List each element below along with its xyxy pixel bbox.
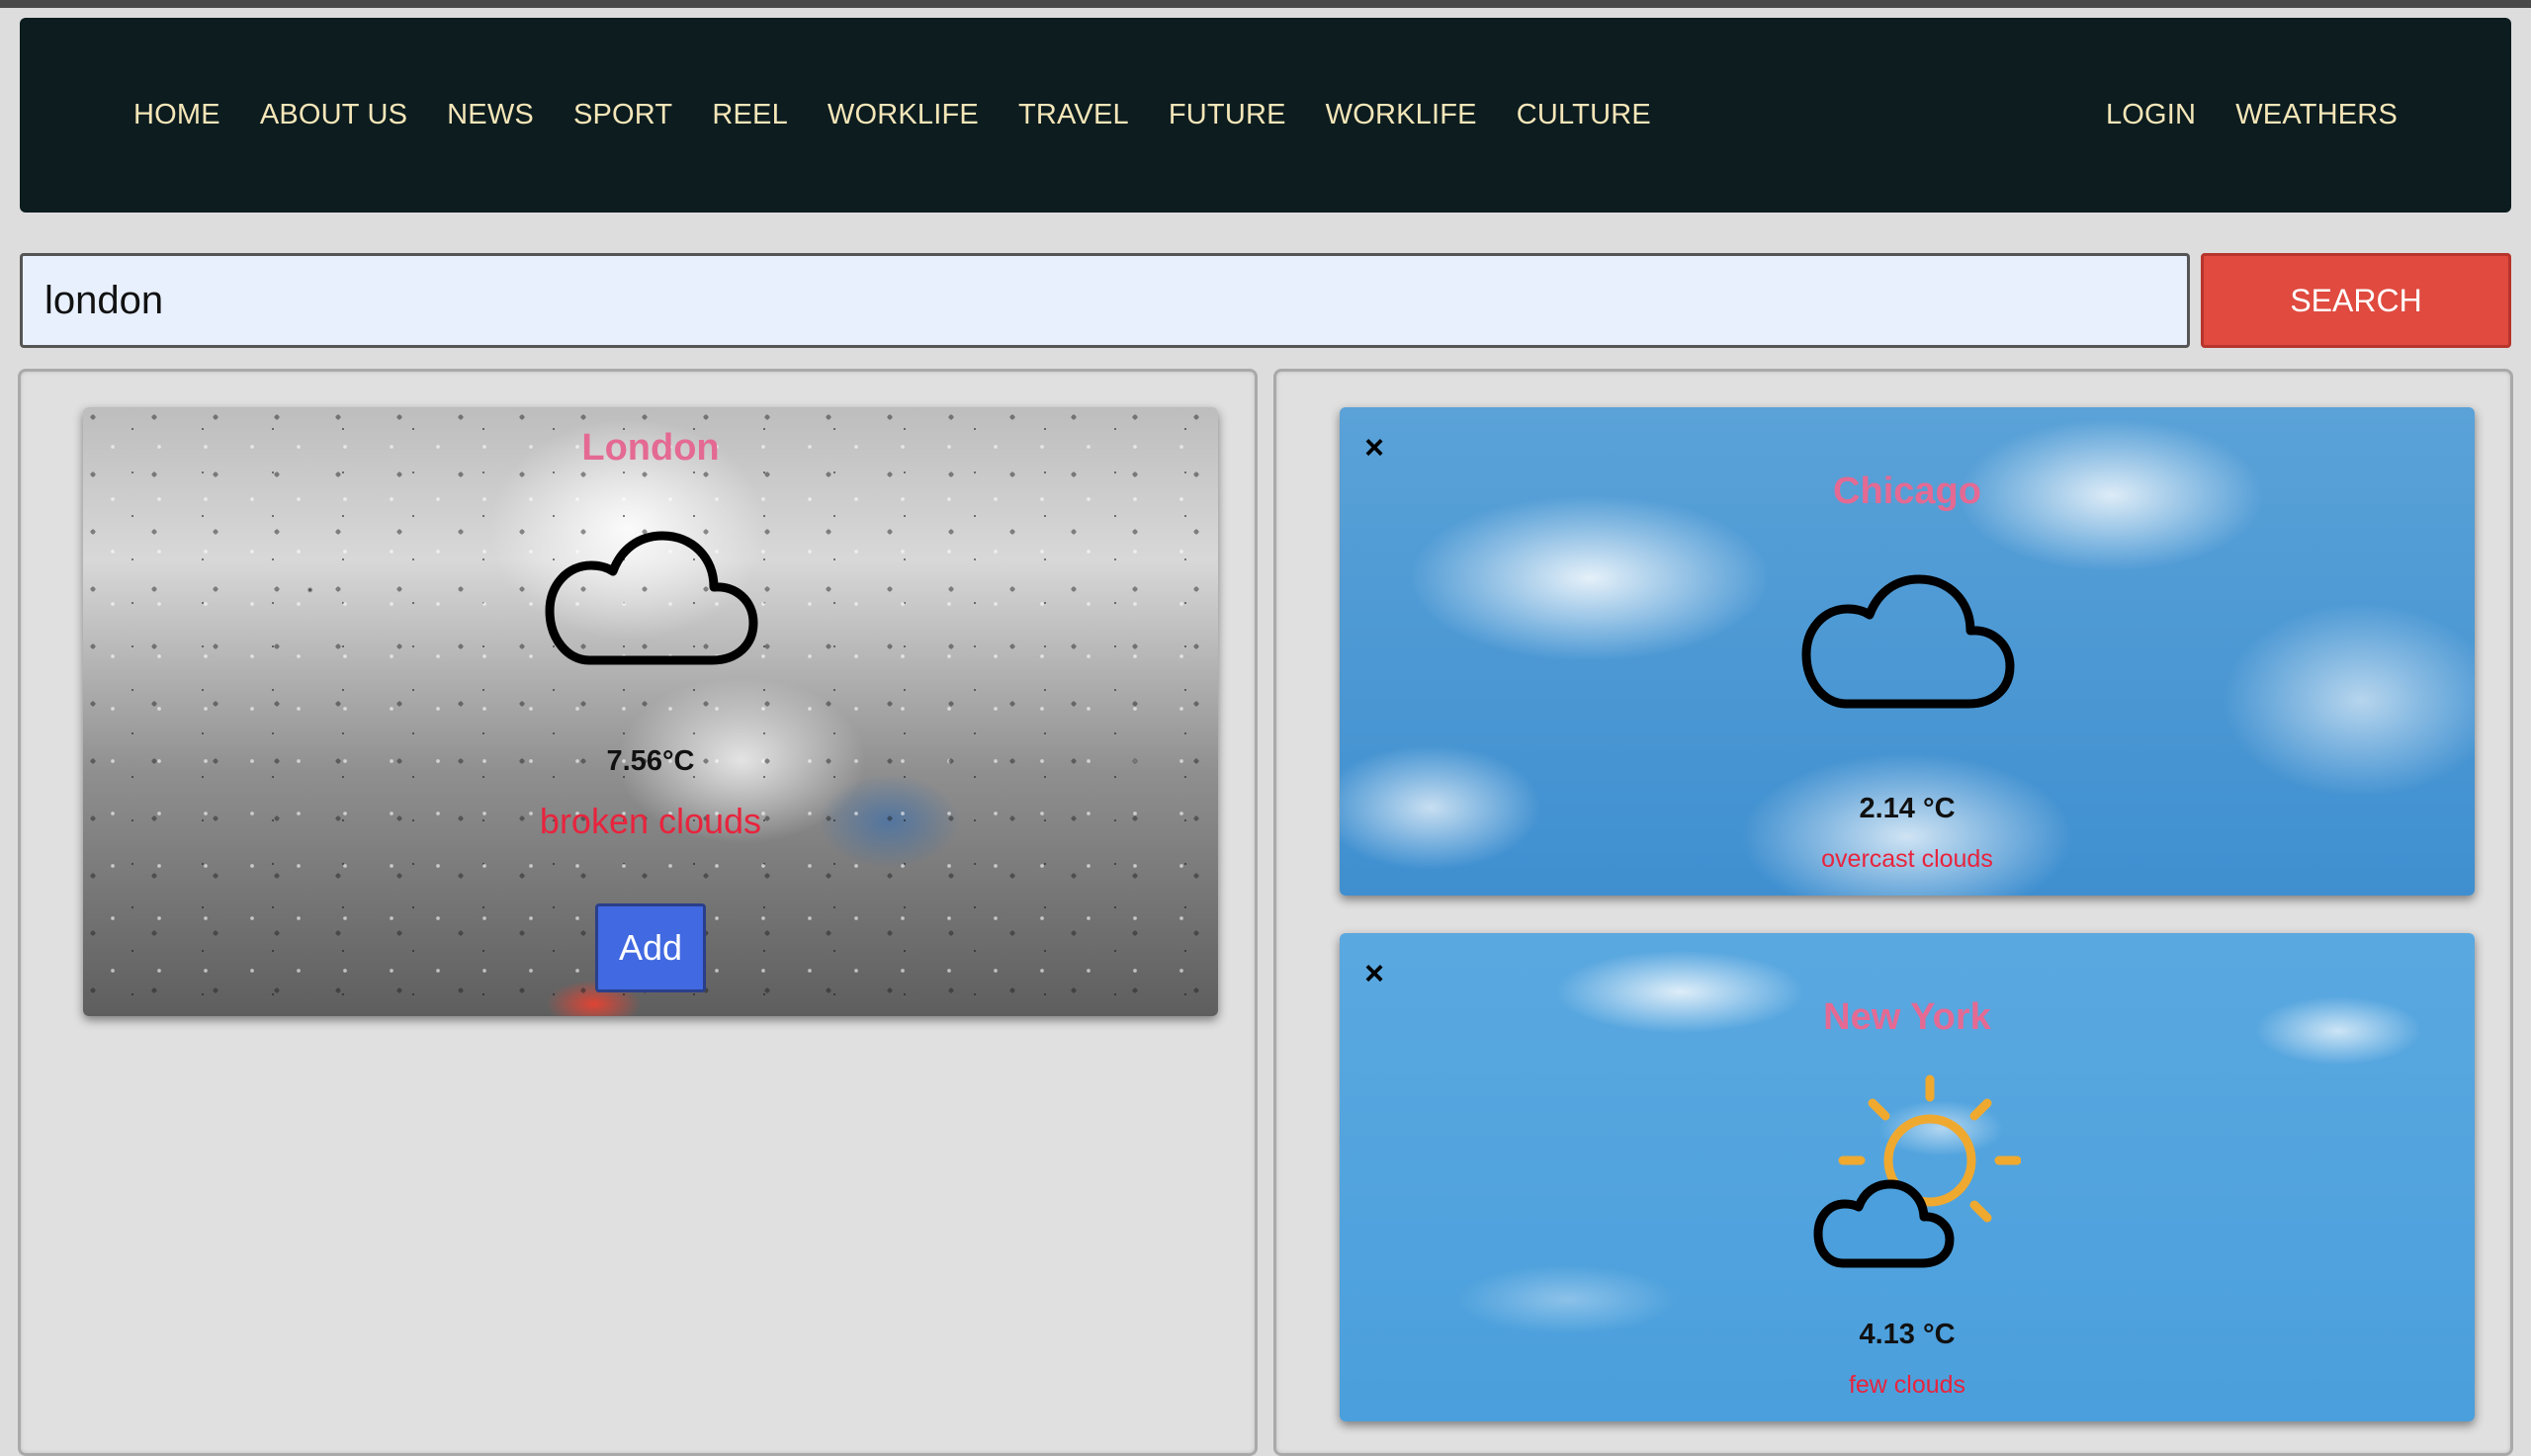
- add-button[interactable]: Add: [595, 903, 706, 992]
- nav-right-group: LOGIN WEATHERS: [2066, 18, 2398, 213]
- nav-home[interactable]: HOME: [133, 99, 220, 131]
- nav-news[interactable]: NEWS: [447, 99, 534, 131]
- sun-behind-cloud-icon: [1813, 1071, 2022, 1274]
- nav-left-group: HOME ABOUT US NEWS SPORT REEL WORKLIFE T…: [133, 18, 1691, 213]
- city-name: Chicago: [1833, 471, 1981, 512]
- nav-about-us[interactable]: ABOUT US: [260, 99, 407, 131]
- cloud-icon: [1798, 567, 2016, 721]
- nav-culture[interactable]: CULTURE: [1517, 99, 1651, 131]
- nav-worklife[interactable]: WORKLIFE: [828, 99, 979, 131]
- navbar: HOME ABOUT US NEWS SPORT REEL WORKLIFE T…: [20, 18, 2511, 213]
- cloud-icon: [542, 524, 759, 677]
- weather-description: broken clouds: [539, 801, 762, 841]
- close-icon[interactable]: ×: [1359, 431, 1389, 465]
- nav-travel[interactable]: TRAVEL: [1018, 99, 1129, 131]
- temperature: 7.56°C: [606, 745, 695, 777]
- weather-description: overcast clouds: [1821, 845, 1993, 873]
- close-icon[interactable]: ×: [1359, 957, 1389, 990]
- search-button[interactable]: SEARCH: [2201, 253, 2511, 348]
- nav-future[interactable]: FUTURE: [1169, 99, 1286, 131]
- nav-weathers[interactable]: WEATHERS: [2235, 99, 2398, 131]
- favorite-card-new-york: × New York 4.13 °C few clouds: [1340, 933, 2475, 1421]
- city-name: New York: [1823, 996, 1991, 1038]
- favorite-card-chicago: × Chicago 2.14 °C overcast clouds: [1340, 407, 2475, 896]
- nav-worklife-2[interactable]: WORKLIFE: [1326, 99, 1477, 131]
- city-name: London: [581, 427, 720, 469]
- temperature: 2.14 °C: [1859, 793, 1956, 824]
- nav-login[interactable]: LOGIN: [2106, 99, 2196, 131]
- search-result-card: London 7.56°C broken clouds Add: [83, 407, 1218, 1016]
- nav-reel[interactable]: REEL: [712, 99, 788, 131]
- search-input[interactable]: [20, 253, 2190, 348]
- nav-sport[interactable]: SPORT: [573, 99, 672, 131]
- temperature: 4.13 °C: [1859, 1319, 1956, 1350]
- top-border: [0, 0, 2531, 8]
- weather-description: few clouds: [1848, 1371, 1966, 1399]
